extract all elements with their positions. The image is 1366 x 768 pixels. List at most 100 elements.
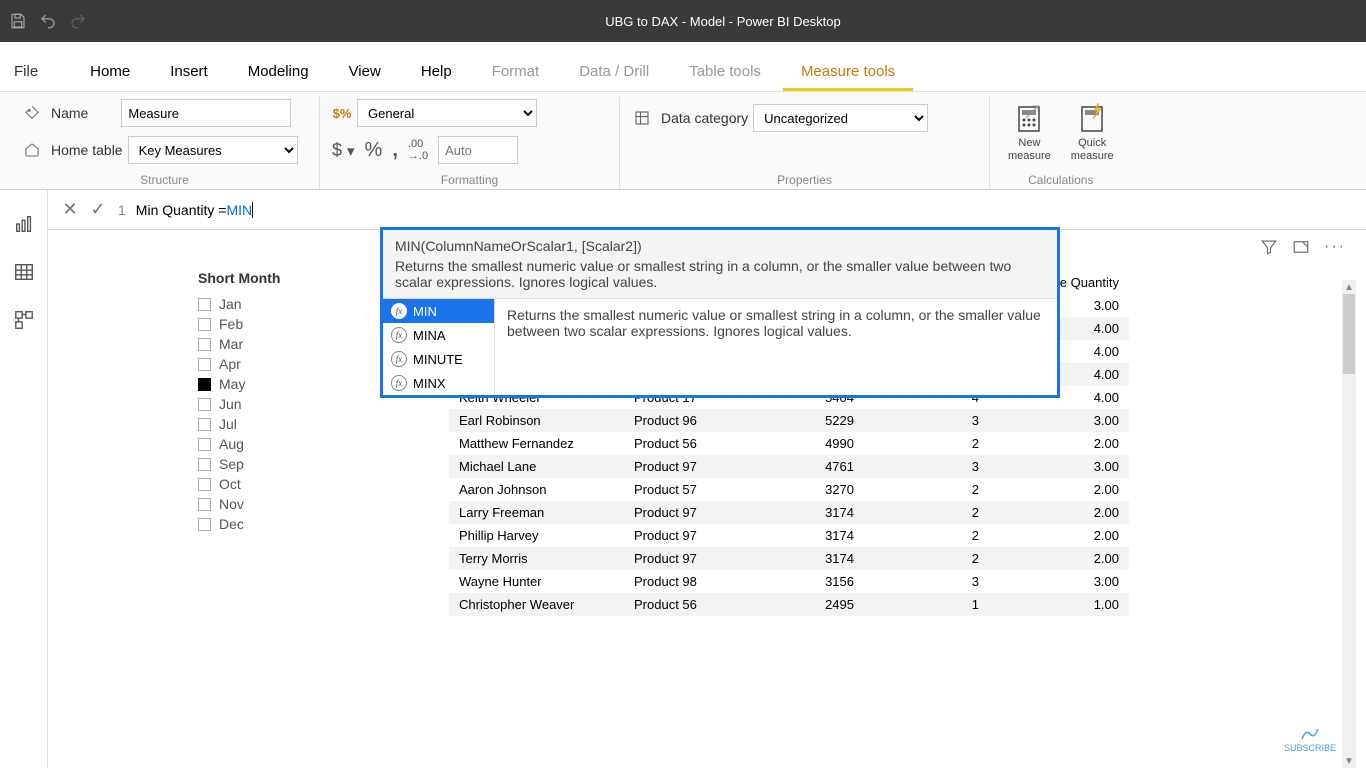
scroll-up-arrow[interactable]: ▲ — [1342, 280, 1356, 294]
menu-data-drill[interactable]: Data / Drill — [561, 55, 667, 91]
redo-icon[interactable] — [68, 11, 88, 31]
table-cell: Product 97 — [624, 501, 764, 524]
table-cell: Product 98 — [624, 570, 764, 593]
commit-formula-button[interactable]: ✓ — [84, 196, 112, 224]
table-cell: Product 97 — [624, 547, 764, 570]
menu-format[interactable]: Format — [474, 55, 558, 91]
table-cell: Wayne Hunter — [449, 570, 624, 593]
table-row[interactable]: Larry FreemanProduct 97317422.00 — [449, 501, 1129, 524]
formula-line-number: 1 — [118, 202, 126, 218]
home-table-select[interactable]: Key Measures — [128, 136, 298, 164]
tag-icon — [22, 103, 42, 123]
table-cell: 2495 — [764, 593, 864, 616]
menu-modeling[interactable]: Modeling — [230, 55, 327, 91]
scroll-thumb[interactable] — [1343, 294, 1355, 374]
table-cell: 1 — [864, 593, 989, 616]
model-view-tab[interactable] — [0, 296, 47, 344]
report-view-tab[interactable] — [0, 200, 47, 248]
vertical-scrollbar[interactable]: ▲ ▼ — [1342, 280, 1356, 768]
table-cell: 3.00 — [989, 455, 1129, 478]
table-row[interactable]: Aaron JohnsonProduct 57327022.00 — [449, 478, 1129, 501]
menu-home[interactable]: Home — [72, 55, 148, 91]
table-cell: 2.00 — [989, 524, 1129, 547]
checkbox-icon — [198, 438, 211, 451]
slicer-item-jun[interactable]: Jun — [198, 394, 348, 414]
data-category-select[interactable]: Uncategorized — [753, 104, 928, 132]
menu-insert[interactable]: Insert — [152, 55, 226, 91]
slicer-item-may[interactable]: May — [198, 374, 348, 394]
formula-text[interactable]: 1 Min Quantity = MIN — [112, 198, 1358, 222]
undo-icon[interactable] — [38, 11, 58, 31]
checkbox-icon — [198, 298, 211, 311]
slicer-item-feb[interactable]: Feb — [198, 314, 348, 334]
slicer-item-nov[interactable]: Nov — [198, 494, 348, 514]
slicer-item-dec[interactable]: Dec — [198, 514, 348, 534]
table-cell: 4761 — [764, 455, 864, 478]
slicer-item-oct[interactable]: Oct — [198, 474, 348, 494]
formula-bar[interactable]: ✕ ✓ 1 Min Quantity = MIN — [48, 190, 1366, 230]
slicer-item-aug[interactable]: Aug — [198, 434, 348, 454]
checkbox-icon — [198, 518, 211, 531]
table-row[interactable]: Christopher WeaverProduct 56249511.00 — [449, 593, 1129, 616]
table-row[interactable]: Earl RobinsonProduct 96522933.00 — [449, 409, 1129, 432]
menu-file[interactable]: File — [10, 55, 68, 91]
checkbox-icon — [198, 398, 211, 411]
table-row[interactable]: Phillip HarveyProduct 97317422.00 — [449, 524, 1129, 547]
intellisense-item-minute[interactable]: fxMINUTE — [383, 347, 494, 371]
currency-button[interactable]: $ ▾ — [332, 140, 355, 161]
table-cell: Product 56 — [624, 593, 764, 616]
cancel-formula-button[interactable]: ✕ — [56, 196, 84, 224]
percent-button[interactable]: % — [365, 139, 383, 162]
ribbon: Name Home table Key Measures Structure $… — [0, 92, 1366, 190]
decimal-button[interactable]: .00→.0 — [408, 138, 428, 162]
menu-help[interactable]: Help — [403, 55, 470, 91]
slicer-item-apr[interactable]: Apr — [198, 354, 348, 374]
scroll-down-arrow[interactable]: ▼ — [1342, 754, 1356, 768]
table-cell: 4990 — [764, 432, 864, 455]
function-icon: fx — [391, 327, 407, 343]
table-cell: 2 — [864, 547, 989, 570]
new-measure-button[interactable]: New measure — [1002, 101, 1057, 165]
table-row[interactable]: Michael LaneProduct 97476133.00 — [449, 455, 1129, 478]
subscribe-watermark: SUBSCRIBE — [1284, 727, 1336, 753]
table-cell: 2 — [864, 478, 989, 501]
table-cell: Product 97 — [624, 455, 764, 478]
menu-view[interactable]: View — [331, 55, 399, 91]
table-cell: Phillip Harvey — [449, 524, 624, 547]
table-row[interactable]: Matthew FernandezProduct 56499022.00 — [449, 432, 1129, 455]
menu-measure-tools[interactable]: Measure tools — [783, 55, 913, 91]
table-row[interactable]: Wayne HunterProduct 98315633.00 — [449, 570, 1129, 593]
comma-button[interactable]: , — [392, 139, 398, 162]
table-cell: 2 — [864, 524, 989, 547]
function-icon: fx — [391, 375, 407, 391]
window-title: UBG to DAX - Model - Power BI Desktop — [88, 14, 1358, 29]
table-cell: Product 97 — [624, 524, 764, 547]
measure-name-input[interactable] — [121, 99, 291, 127]
decimal-places-input[interactable] — [438, 136, 518, 164]
titlebar: UBG to DAX - Model - Power BI Desktop — [0, 0, 1366, 42]
intellisense-item-minx[interactable]: fxMINX — [383, 371, 494, 395]
slicer-item-jan[interactable]: Jan — [198, 294, 348, 314]
slicer-item-jul[interactable]: Jul — [198, 414, 348, 434]
quick-measure-label: Quick measure — [1071, 137, 1114, 163]
data-view-tab[interactable] — [0, 248, 47, 296]
home-icon — [22, 140, 42, 160]
formula-content: Min Quantity = — [136, 202, 227, 218]
checkbox-icon — [198, 498, 211, 511]
intellisense-item-min[interactable]: fxMIN — [383, 299, 494, 323]
format-icon: $% — [332, 103, 352, 123]
menubar: FileHomeInsertModelingViewHelpFormatData… — [0, 42, 1366, 92]
save-icon[interactable] — [8, 11, 28, 31]
format-select[interactable]: General — [357, 99, 537, 127]
table-cell: 3 — [864, 570, 989, 593]
menu-table-tools[interactable]: Table tools — [671, 55, 779, 91]
checkbox-icon — [198, 418, 211, 431]
intellisense-item-mina[interactable]: fxMINA — [383, 323, 494, 347]
table-cell: Michael Lane — [449, 455, 624, 478]
table-row[interactable]: Terry MorrisProduct 97317422.00 — [449, 547, 1129, 570]
slicer-item-mar[interactable]: Mar — [198, 334, 348, 354]
checkbox-icon — [198, 338, 211, 351]
quick-measure-button[interactable]: Quick measure — [1065, 101, 1120, 165]
view-switcher — [0, 190, 48, 768]
slicer-item-sep[interactable]: Sep — [198, 454, 348, 474]
